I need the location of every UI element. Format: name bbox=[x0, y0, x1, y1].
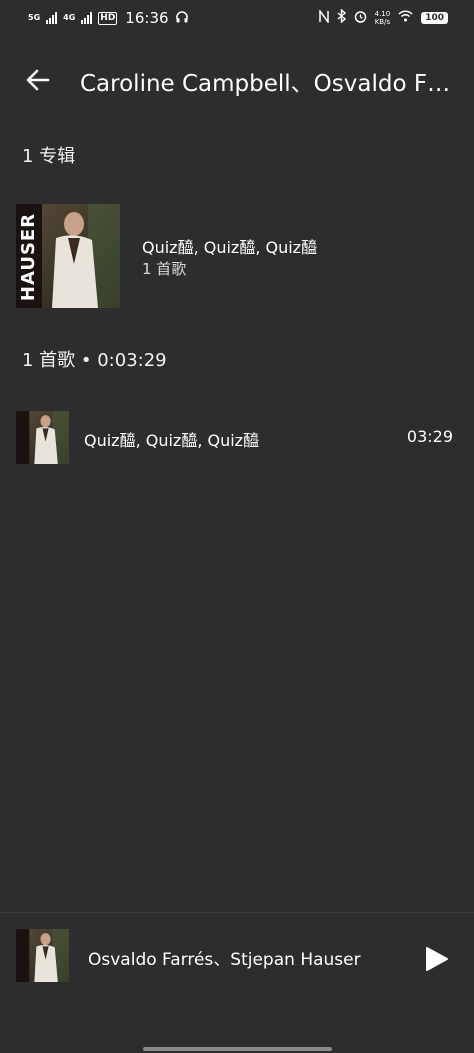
battery-icon: 100 bbox=[421, 11, 448, 24]
page-title: Caroline Campbell、Osvaldo F… bbox=[80, 71, 451, 97]
songs-heading: 1 首歌 • 0:03:29 bbox=[22, 350, 167, 371]
status-bar: 5G 4G HD 16:36 4.10 KB/s 100 bbox=[0, 0, 474, 36]
signal-icon bbox=[46, 12, 58, 24]
network-speed-value: 4.10 bbox=[374, 9, 391, 18]
now-playing-artist: Osvaldo Farrés、Stjepan Hauser bbox=[88, 950, 361, 970]
status-left: 5G 4G HD 16:36 bbox=[28, 9, 189, 27]
back-button[interactable] bbox=[18, 60, 58, 100]
now-playing-thumbnail bbox=[16, 929, 69, 982]
home-indicator[interactable] bbox=[143, 1047, 332, 1051]
app-header: Caroline Campbell、Osvaldo F… bbox=[0, 52, 474, 108]
now-playing-bar[interactable]: Osvaldo Farrés、Stjepan Hauser bbox=[0, 912, 474, 1043]
alarm-icon bbox=[354, 10, 367, 26]
album-song-count: 1 首歌 bbox=[142, 260, 187, 278]
signal-icon-2 bbox=[81, 12, 93, 24]
arrow-left-icon bbox=[26, 69, 50, 91]
album-cover-image: HAUSER bbox=[16, 204, 120, 308]
track-title: Quiz醯, Quiz醯, Quiz醯 bbox=[84, 431, 260, 450]
headphones-icon bbox=[175, 10, 189, 27]
play-button[interactable] bbox=[416, 939, 456, 979]
album-title: Quiz醯, Quiz醯, Quiz醯 bbox=[142, 238, 318, 257]
album-list-item[interactable]: HAUSER Quiz醯, Quiz醯, Quiz醯 1 首歌 bbox=[0, 198, 474, 314]
track-duration: 03:29 bbox=[406, 427, 453, 446]
bluetooth-icon bbox=[337, 8, 346, 26]
albums-heading: 1 专辑 bbox=[22, 146, 76, 167]
network-speed-unit: KB/s bbox=[374, 17, 391, 26]
clock: 16:36 bbox=[125, 9, 169, 27]
network-5g-label: 5G bbox=[28, 13, 41, 22]
hd-badge: HD bbox=[98, 11, 118, 25]
nfc-icon bbox=[318, 8, 329, 26]
track-list-item[interactable]: Quiz醯, Quiz醯, Quiz醯 03:29 bbox=[0, 406, 474, 470]
track-thumbnail bbox=[16, 411, 69, 464]
network-speed: 4.10 KB/s bbox=[375, 10, 391, 26]
wifi-icon bbox=[398, 10, 413, 25]
play-icon bbox=[426, 947, 448, 971]
status-right: 4.10 KB/s 100 bbox=[318, 8, 448, 26]
network-4g-label: 4G bbox=[63, 13, 76, 22]
album-cover-text: HAUSER bbox=[18, 212, 39, 302]
